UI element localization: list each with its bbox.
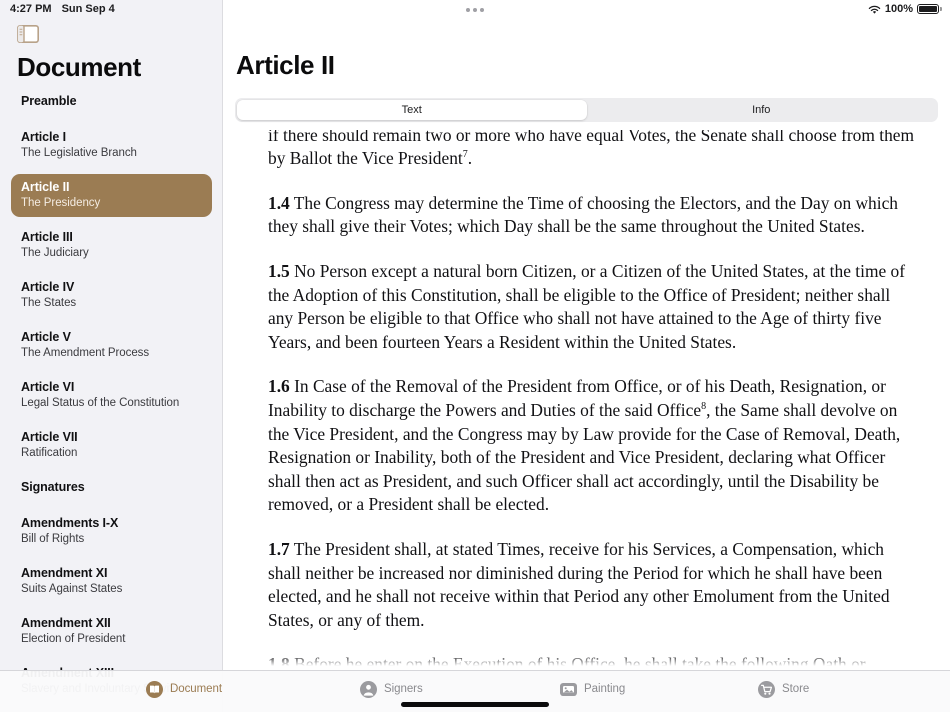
sidebar-item-title: Article IV [21, 280, 75, 294]
document-body: Person having the greatest Number of Vot… [224, 130, 950, 670]
sidebar-item-amendment-xii[interactable]: Amendment XII Election of President [11, 610, 212, 653]
tab-text[interactable]: Text [237, 100, 587, 120]
paragraph-1-7: 1.7 The President shall, at stated Times… [268, 538, 916, 632]
paragraph-1-8: 1.8 Before he enter on the Execution of … [268, 653, 916, 670]
sidebar-item-title: Amendment XI [21, 566, 108, 580]
sidebar-item-title: Article V [21, 330, 71, 344]
app-screen: 4:27 PM Sun Sep 4 100% Document Preamble… [0, 0, 950, 712]
sidebar-item-subtitle: Legal Status of the Constitution [21, 397, 180, 409]
sidebar-nav-list: Preamble Article I The Legislative Branc… [0, 88, 223, 712]
paragraph-text: No Person except a natural born Citizen,… [268, 260, 906, 352]
sidebar-item-article-vii[interactable]: Article VII Ratification [11, 424, 212, 467]
sidebar-item-subtitle: Ratification [21, 447, 78, 459]
sidebar-item-article-ii[interactable]: Article II The Presidency [11, 174, 212, 217]
tab-painting[interactable]: Painting [560, 671, 625, 701]
segmented-control: Text Info [235, 98, 938, 122]
cart-icon [758, 680, 775, 698]
sidebar-item-article-iii[interactable]: Article III The Judiciary [11, 224, 212, 267]
paragraph-number: 1.8 [268, 654, 290, 670]
page-title: Document [17, 52, 141, 82]
sidebar-item-title: Signatures [21, 480, 85, 494]
paragraph-number: 1.7 [268, 538, 290, 559]
tab-label: Document [170, 683, 223, 695]
document-scroll-area[interactable]: Person having the greatest Number of Vot… [224, 130, 950, 670]
tab-signers[interactable]: Signers [360, 671, 423, 701]
sidebar-item-title: Article III [21, 230, 73, 244]
sidebar-item-article-v[interactable]: Article V The Amendment Process [11, 324, 212, 367]
home-indicator[interactable] [401, 702, 549, 707]
paragraph-1-6: 1.6 In Case of the Removal of the Presid… [268, 375, 916, 517]
tab-label: Store [782, 683, 810, 695]
sidebar-item-title: Article II [21, 180, 70, 194]
sidebar: Document Preamble Article I The Legislat… [0, 0, 223, 712]
sidebar-item-subtitle: Election of President [21, 633, 126, 645]
article-title: Article II [236, 50, 335, 80]
sidebar-item-signatures[interactable]: Signatures [11, 474, 212, 503]
tab-document[interactable]: Document [146, 671, 222, 701]
paragraph-continuation: Person having the greatest Number of Vot… [268, 130, 916, 171]
sidebar-item-article-iv[interactable]: Article IV The States [11, 274, 212, 317]
tab-bar: Document Signers Painting Store [0, 670, 950, 712]
sidebar-item-amendment-xi[interactable]: Amendment XI Suits Against States [11, 560, 212, 603]
paragraph-text: Person having the greatest Number of Vot… [268, 130, 915, 169]
paragraph-text: The Congress may determine the Time of c… [268, 192, 898, 237]
sidebar-item-subtitle: Suits Against States [21, 583, 123, 595]
sidebar-item-title: Article I [21, 130, 66, 144]
paragraph-number: 1.5 [268, 260, 290, 281]
tab-store[interactable]: Store [758, 671, 809, 701]
sidebar-item-subtitle: Bill of Rights [21, 533, 85, 545]
tab-label: Signers [384, 683, 423, 695]
sidebar-item-subtitle: The Legislative Branch [21, 147, 137, 159]
paragraph-text: The President shall, at stated Times, re… [268, 538, 890, 630]
paragraph-number: 1.4 [268, 192, 290, 213]
sidebar-item-title: Preamble [21, 94, 77, 108]
sidebar-item-preamble[interactable]: Preamble [11, 88, 212, 117]
photo-icon [560, 681, 577, 698]
person-icon [360, 680, 377, 698]
sidebar-item-subtitle: The Presidency [21, 197, 101, 209]
paragraph-text: Before he enter on the Execution of his … [294, 654, 866, 670]
sidebar-item-article-i[interactable]: Article I The Legislative Branch [11, 124, 212, 167]
sidebar-item-title: Amendment XII [21, 616, 111, 630]
main-content: Article II Text Info Person having the g… [224, 0, 950, 712]
sidebar-item-title: Amendments I-X [21, 516, 119, 530]
paragraph-1-5: 1.5 No Person except a natural born Citi… [268, 260, 916, 354]
sidebar-toggle-icon[interactable] [17, 25, 39, 43]
sidebar-item-title: Article VI [21, 380, 75, 394]
sidebar-item-subtitle: The States [21, 297, 77, 309]
paragraph-number: 1.6 [268, 376, 290, 397]
tab-info[interactable]: Info [587, 100, 937, 120]
sidebar-item-amendments-i-x[interactable]: Amendments I-X Bill of Rights [11, 510, 212, 553]
sidebar-item-subtitle: The Judiciary [21, 247, 89, 259]
paragraph-1-4: 1.4 The Congress may determine the Time … [268, 192, 916, 239]
sidebar-item-subtitle: The Amendment Process [21, 347, 150, 359]
book-icon [146, 680, 163, 698]
sidebar-item-article-vi[interactable]: Article VI Legal Status of the Constitut… [11, 374, 212, 417]
paragraph-tail: . [467, 148, 473, 169]
sidebar-item-title: Article VII [21, 430, 78, 444]
tab-label: Painting [584, 683, 626, 695]
